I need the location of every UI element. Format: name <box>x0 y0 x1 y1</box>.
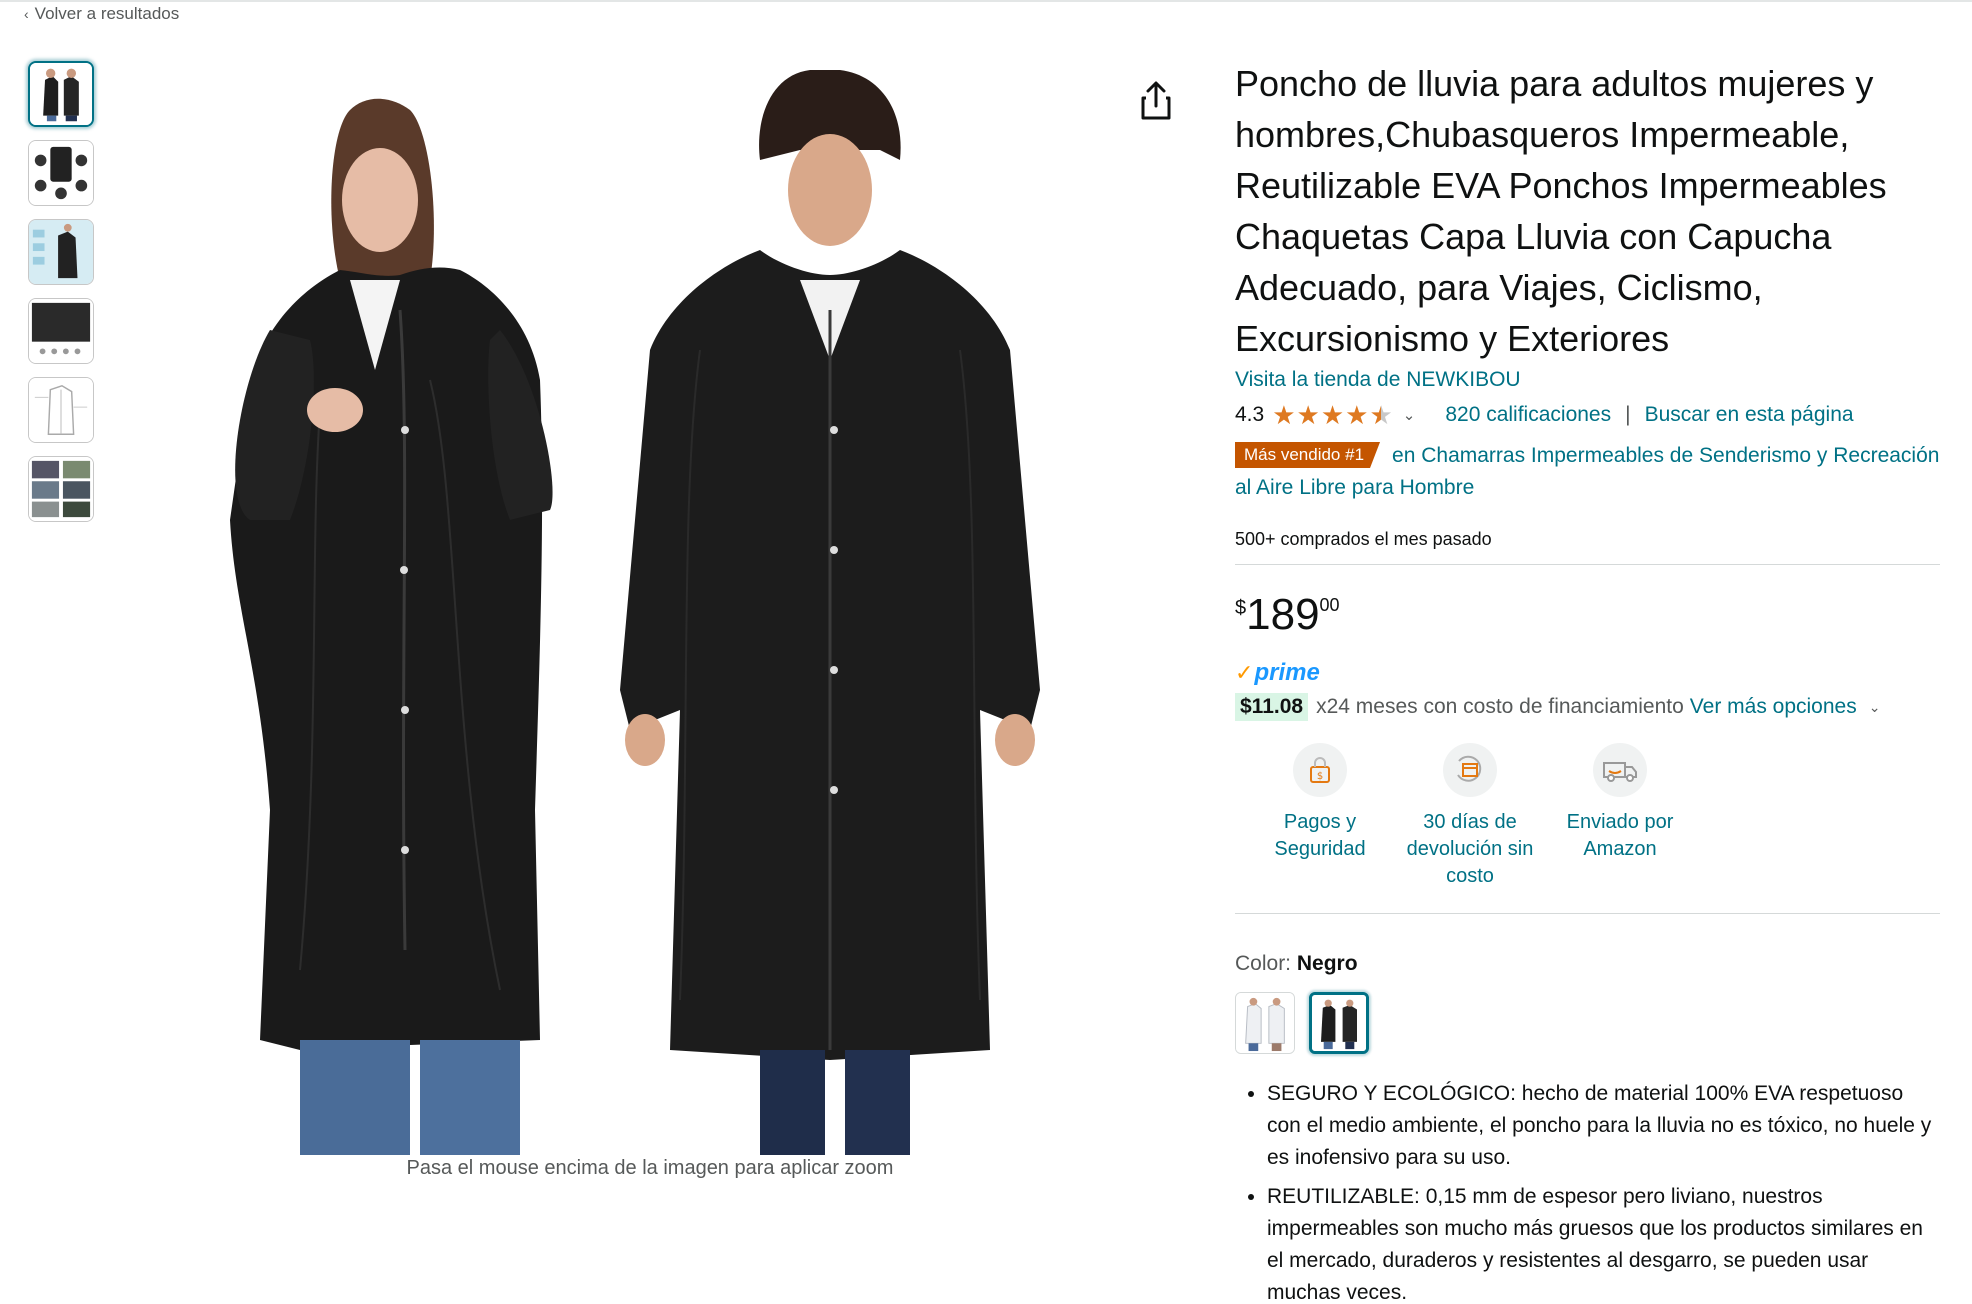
search-page-link[interactable]: Buscar en esta página <box>1645 403 1854 427</box>
bought-last-month: 500+ comprados el mes pasado <box>1235 529 1492 549</box>
thumbnail-strip <box>28 61 96 535</box>
divider <box>1235 564 1940 565</box>
top-border <box>0 0 1972 2</box>
thumbnail-1[interactable] <box>28 61 94 127</box>
divider <box>1235 913 1940 914</box>
svg-text:$: $ <box>1317 771 1323 782</box>
ratings-count-link[interactable]: 820 calificaciones <box>1445 403 1611 427</box>
installments-row: $11.08 x24 meses con costo de financiami… <box>1235 693 1940 721</box>
feature-bullet: SEGURO Y ECOLÓGICO: hecho de material 10… <box>1267 1078 1940 1174</box>
thumbnail-5[interactable] <box>28 377 94 443</box>
badge-label: Enviado por Amazon <box>1566 811 1674 860</box>
price-symbol: $ <box>1235 597 1247 619</box>
thumbnail-4[interactable] <box>28 298 94 364</box>
star-icon: ★ <box>1296 400 1320 430</box>
badge-label: Pagos y Seguridad <box>1274 811 1366 860</box>
zoom-hint: Pasa el mouse encima de la imagen para a… <box>406 1157 894 1179</box>
badge-label: 30 días de devolución sin costo <box>1406 811 1534 887</box>
rating-value: 4.3 <box>1235 403 1265 426</box>
secure-payment-icon: $ <box>1293 743 1347 797</box>
chevron-down-icon[interactable]: ⌄ <box>1403 406 1416 424</box>
feature-bullets: SEGURO Y ECOLÓGICO: hecho de material 10… <box>1267 1078 1940 1304</box>
share-icon <box>1141 81 1171 120</box>
return-box-icon <box>1443 743 1497 797</box>
separator: | <box>1625 403 1631 426</box>
more-options-link[interactable]: Ver más opciones <box>1690 695 1857 719</box>
color-selected-value: Negro <box>1296 952 1358 975</box>
prime-label: prime <box>1254 659 1320 686</box>
thumbnail-3[interactable] <box>28 219 94 285</box>
badge-secure-payment[interactable]: $ Pagos y Seguridad <box>1245 743 1395 890</box>
color-label: Color: <box>1235 952 1292 975</box>
delivery-truck-icon <box>1593 743 1647 797</box>
color-selector-label: Color: Negro <box>1235 952 1940 976</box>
feature-bullet: REUTILIZABLE: 0,15 mm de espesor pero li… <box>1267 1181 1940 1304</box>
swatch-black[interactable] <box>1309 992 1369 1054</box>
star-rating[interactable]: ★ ★ ★ ★ ★ <box>1272 402 1393 428</box>
star-icon: ★ <box>1320 400 1345 430</box>
swatch-transparent[interactable] <box>1235 992 1295 1054</box>
prime-check-icon: ✓ <box>1235 660 1254 685</box>
product-info: Poncho de lluvia para adultos mujeres y … <box>1235 58 1940 1304</box>
chevron-down-icon[interactable]: ⌄ <box>1869 699 1881 716</box>
share-button[interactable] <box>1136 80 1176 124</box>
installment-text: x24 meses con costo de financiamiento <box>1316 695 1684 718</box>
best-seller-badge: Más vendido #1 <box>1235 442 1380 468</box>
prime-badge: ✓ prime <box>1235 659 1940 687</box>
price-whole: 189 <box>1246 590 1320 639</box>
store-link[interactable]: Visita la tienda de NEWKIBOU <box>1235 368 1521 392</box>
rating-row: 4.3 ★ ★ ★ ★ ★ ⌄ 820 calificaciones | Bus… <box>1235 400 1940 430</box>
badge-returns[interactable]: 30 días de devolución sin costo <box>1395 743 1545 890</box>
best-seller-row: Más vendido #1 en Chamarras Impermeables … <box>1235 440 1940 504</box>
chevron-left-icon: ‹ <box>24 6 29 22</box>
color-swatches <box>1235 992 1940 1054</box>
installment-amount: $11.08 <box>1235 693 1309 721</box>
price-fraction: 00 <box>1319 595 1340 615</box>
thumbnail-2[interactable] <box>28 140 94 206</box>
thumbnail-6[interactable] <box>28 456 94 522</box>
trust-badges: $ Pagos y Seguridad 30 días de devolució… <box>1245 743 1940 890</box>
star-icon: ★ <box>1345 400 1369 430</box>
badge-shipped-by-amazon[interactable]: Enviado por Amazon <box>1545 743 1695 890</box>
back-to-results-link[interactable]: ‹ Volver a resultados <box>24 4 179 24</box>
half-star-icon: ★ <box>1369 400 1393 430</box>
product-title: Poncho de lluvia para adultos mujeres y … <box>1235 63 1887 359</box>
back-to-results-label: Volver a resultados <box>34 4 180 23</box>
main-product-image[interactable] <box>200 50 1100 1155</box>
price: $ 189 00 <box>1235 591 1940 639</box>
star-icon: ★ <box>1272 400 1296 430</box>
